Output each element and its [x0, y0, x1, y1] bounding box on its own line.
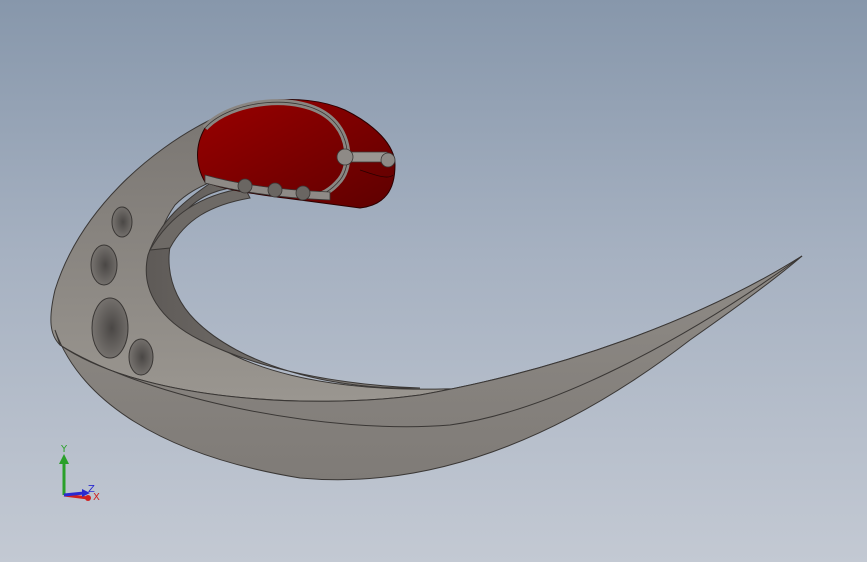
grip-finger-notch-2: [267, 182, 283, 198]
grip-finger-notch-3: [295, 185, 311, 201]
finger-hole-2: [90, 244, 118, 286]
karambit-model[interactable]: [0, 0, 867, 562]
coordinate-triad: Y Z X: [59, 444, 100, 503]
y-axis-arrow: [59, 454, 69, 464]
x-axis-dot: [85, 495, 91, 501]
finger-hole-3: [91, 297, 129, 359]
grip-pin-head-left: [336, 148, 354, 166]
grip-finger-notch-1: [237, 178, 253, 194]
y-axis-label: Y: [60, 444, 68, 455]
finger-hole-4: [128, 338, 154, 376]
grip-pin-head-right: [380, 152, 396, 168]
x-axis-label: X: [93, 492, 100, 503]
z-axis-line: [63, 491, 85, 497]
graphics-viewport[interactable]: Y Z X: [0, 0, 867, 562]
finger-hole-1: [111, 206, 133, 238]
